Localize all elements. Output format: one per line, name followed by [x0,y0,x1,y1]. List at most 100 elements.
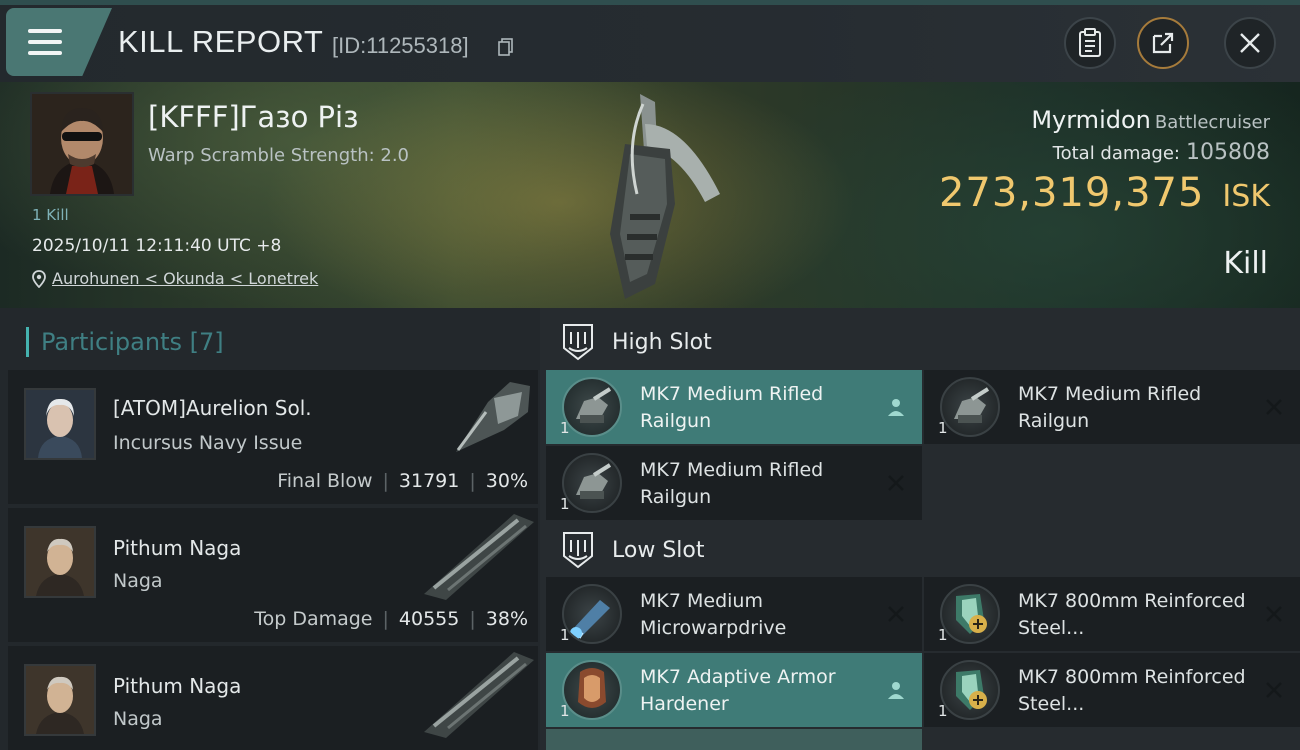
module-qty: 1 [560,495,570,513]
person-icon [888,399,904,416]
module-qty: 1 [560,626,570,644]
participant-ship-icon [424,514,534,600]
module-qty: 1 [938,419,948,437]
participant-row[interactable]: [ATOM]Aurelion Sol. Incursus Navy Issue … [8,370,538,504]
share-button[interactable] [1137,17,1189,69]
participant-ship: Naga [113,570,163,592]
participant-ship-icon [456,382,530,452]
participant-name: Pithum Naga [113,674,242,698]
victim-name: [KFFF]Газо Різ [148,100,359,134]
module-card[interactable]: 1 MK7 Medium Rifled Railgun [924,370,1300,444]
page-title: KILL REPORT [118,24,324,59]
warp-scramble-strength: Warp Scramble Strength: 2.0 [148,145,410,166]
isk-value: 273,319,375 ISK [939,170,1270,216]
high-slot-label: High Slot [612,329,712,355]
close-x-icon [1266,399,1282,415]
module-card[interactable]: 1 MK7 800mm Reinforced Steel... [924,577,1300,651]
participant-avatar [24,664,96,736]
location-link[interactable]: Aurohunen < Okunda < Lonetrek [32,269,318,288]
close-x-icon [1266,606,1282,622]
total-damage-value: 105808 [1186,140,1270,165]
kill-timestamp: 2025/10/11 12:11:40 UTC +8 [32,236,282,256]
clipboard-icon [1079,28,1101,57]
high-slot-header: High Slot [560,322,712,362]
low-slot-icon [563,532,593,569]
low-slot-label: Low Slot [612,537,705,563]
participant-row[interactable]: Pithum Naga Naga Top Damage | 40555 | 38% [8,508,538,642]
close-x-icon [888,606,904,622]
close-button[interactable] [1224,17,1276,69]
close-x-icon [888,475,904,491]
armor-plate-icon [940,660,1000,720]
module-name: MK7 800mm Reinforced Steel... [1018,590,1246,639]
close-x-icon [1266,682,1282,698]
module-card-partial[interactable] [546,729,922,750]
participant-stats: Top Damage | 40555 | 38% [254,608,528,630]
participant-row[interactable]: Pithum Naga Naga [8,646,538,750]
location-text: Aurohunen < Okunda < Lonetrek [52,269,319,288]
report-id: [ID:11255318] [332,33,469,58]
clipboard-button[interactable] [1064,17,1116,69]
top-damage-tag: Top Damage [254,608,373,630]
participant-ship: Naga [113,708,163,730]
person-icon [888,682,904,699]
module-name: MK7 Medium Microwarpdrive [640,590,787,639]
menu-button[interactable] [6,8,112,76]
participant-damage: 31791 [398,470,460,492]
module-card[interactable]: 1 MK7 800mm Reinforced Steel... [924,653,1300,727]
module-name: MK7 800mm Reinforced Steel... [1018,666,1246,715]
participant-avatar [24,388,96,460]
participant-name: [ATOM]Aurelion Sol. [113,396,312,420]
high-slot-icon [563,324,593,361]
fitting-panel[interactable]: High Slot 1 MK7 Medium Rifled Railgun 1 … [540,308,1300,750]
module-name: MK7 Medium Rifled Railgun [640,383,824,432]
participant-avatar [24,526,96,598]
victim-avatar[interactable] [30,92,134,196]
module-name: MK7 Adaptive Armor Hardener [640,666,836,715]
module-qty: 1 [938,702,948,720]
module-card[interactable]: 1 MK7 Medium Microwarpdrive [546,577,922,651]
railgun-icon [562,453,622,513]
participant-name: Pithum Naga [113,536,242,560]
module-name: MK7 Medium Rifled Railgun [1018,383,1202,432]
armor-plate-icon [940,584,1000,644]
participant-stats: Final Blow | 31791 | 30% [277,470,528,492]
participant-ship: Incursus Navy Issue [113,432,303,454]
top-bar: KILL REPORT [ID:11255318] [0,0,1300,82]
isk-unit: ISK [1222,179,1270,214]
share-icon [1152,32,1174,54]
isk-amount: 273,319,375 [938,170,1205,216]
victim-ship-class: Battlecruiser [1154,112,1270,133]
module-card[interactable]: 1 MK7 Adaptive Armor Hardener [546,653,922,727]
module-qty: 1 [560,419,570,437]
copy-icon[interactable] [498,38,514,56]
armor-hardener-icon [562,660,622,720]
close-icon [1240,33,1260,53]
kill-result: Kill [1223,246,1268,281]
total-damage: Total damage: 105808 [1053,140,1270,165]
victim-ship: Myrmidon Battlecruiser [1031,106,1270,134]
map-pin-icon [32,269,46,288]
railgun-icon [562,377,622,437]
railgun-icon [940,377,1000,437]
module-card[interactable]: 1 MK7 Medium Rifled Railgun [546,446,922,520]
total-damage-label: Total damage: [1052,143,1181,164]
menu-icon [28,29,62,33]
low-slot-header: Low Slot [560,530,704,570]
final-blow-tag: Final Blow [277,470,373,492]
victim-ship-name: Myrmidon [1031,106,1151,134]
ship-render [610,94,720,299]
participants-panel[interactable]: Participants [7] [ATOM]Aurelion Sol. Inc… [0,308,540,750]
microwarpdrive-icon [562,584,622,644]
participant-damage: 40555 [398,608,460,630]
participant-percent: 30% [485,470,528,492]
participants-header: Participants [7] [26,327,224,357]
module-card[interactable]: 1 MK7 Medium Rifled Railgun [546,370,922,444]
kill-count: 1 Kill [32,206,69,224]
participant-ship-icon [424,652,534,738]
module-qty: 1 [938,626,948,644]
module-name: MK7 Medium Rifled Railgun [640,459,824,508]
participant-percent: 38% [485,608,528,630]
victim-panel: [KFFF]Газо Різ Warp Scramble Strength: 2… [0,82,1300,308]
module-qty: 1 [560,702,570,720]
